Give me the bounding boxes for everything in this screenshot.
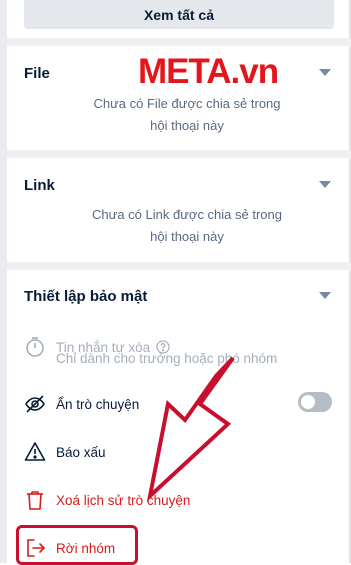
chevron-down-icon[interactable] [319,181,331,188]
report-label: Báo xấu [56,444,106,460]
view-all-button[interactable]: Xem tất cả [24,0,334,29]
warning-icon [24,441,46,463]
security-section-title[interactable]: Thiết lập bảo mật [24,288,147,305]
link-section-title[interactable]: Link [24,177,55,194]
hide-chat-label: Ẩn trò chuyện [56,396,140,412]
divider [7,262,351,270]
file-section-title[interactable]: File [24,65,50,82]
toggle-knob [301,395,315,409]
watermark-logo: META.vn [138,52,279,91]
divider [7,150,351,158]
auto-delete-sub-label: Chỉ dành cho trưởng hoặc phó nhóm [56,351,278,366]
trash-icon [24,489,46,511]
left-frame [0,0,7,563]
link-empty-text: Chưa có Link được chia sẻ trong hội thoạ… [92,207,282,244]
clear-history-label: Xoá lịch sử trò chuyện [56,492,191,508]
timer-icon [24,336,46,358]
chevron-down-icon[interactable] [319,69,331,76]
eye-off-icon [24,393,46,415]
chevron-down-icon[interactable] [319,292,331,299]
hide-chat-toggle[interactable] [298,392,332,412]
divider [7,38,351,46]
report-item[interactable]: Báo xấu [24,438,344,466]
clear-history-item[interactable]: Xoá lịch sử trò chuyện [24,486,344,514]
hide-chat-item[interactable]: Ẩn trò chuyện [24,390,344,418]
file-empty-text: Chưa có File được chia sẻ trong hội thoạ… [93,96,281,133]
annotation-highlight-box [16,525,138,565]
